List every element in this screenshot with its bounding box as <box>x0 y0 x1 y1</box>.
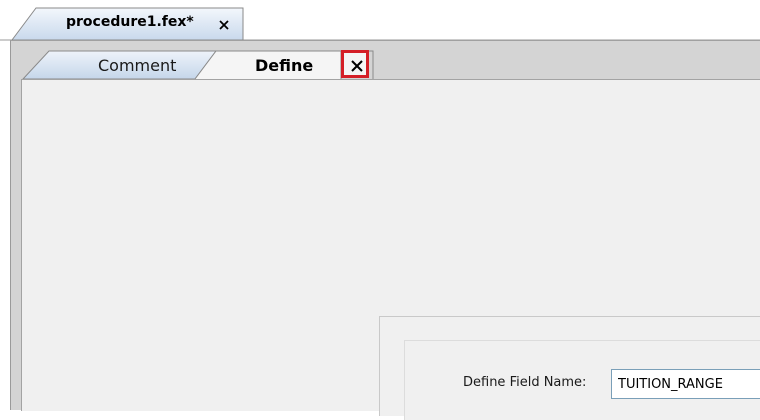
tab-comment-label: Comment <box>98 56 177 75</box>
define-field-name-label: Define Field Name: <box>463 375 587 390</box>
define-panel: Define Field Name: <box>379 316 760 420</box>
file-tab-bar: procedure1.fex* <box>0 0 760 41</box>
editor-frame: Comment Define Define Field Name: <box>10 40 760 420</box>
define-field-name-input[interactable] <box>611 369 760 399</box>
sub-tab-bar: Comment Define <box>11 41 760 80</box>
tab-define-label: Define <box>255 56 314 75</box>
define-inner-panel: Define Field Name: <box>404 340 760 420</box>
close-icon[interactable] <box>216 17 232 33</box>
define-content-area: Define Field Name: <box>21 79 760 420</box>
file-tab-label: procedure1.fex* <box>66 14 194 30</box>
close-icon <box>351 60 363 72</box>
tab-close-button[interactable] <box>341 50 369 78</box>
